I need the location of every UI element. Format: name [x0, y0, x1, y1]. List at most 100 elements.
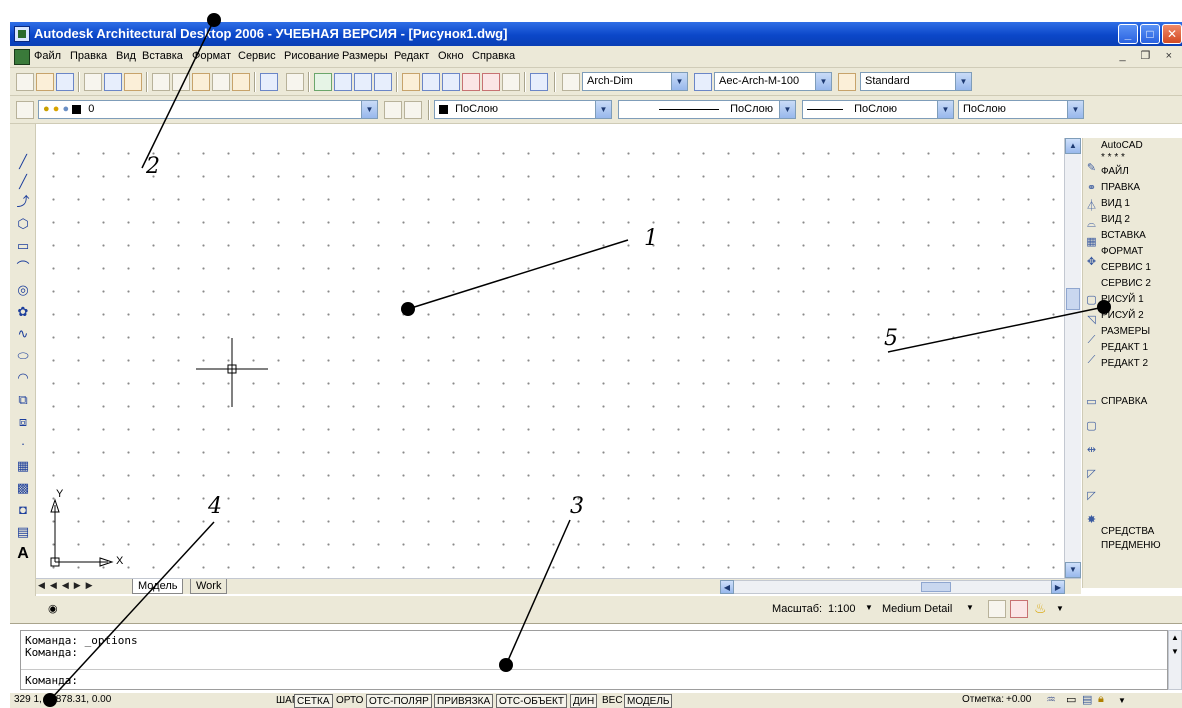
- document-icon[interactable]: [14, 49, 30, 65]
- horizontal-scrollbar[interactable]: ◀ ▶: [720, 580, 1065, 594]
- dim-style-icon[interactable]: [694, 73, 712, 91]
- ellipse-arc-icon[interactable]: ◠: [15, 370, 31, 386]
- text-style-icon[interactable]: [562, 73, 580, 91]
- arc-icon[interactable]: ⌒: [15, 260, 31, 276]
- copy-icon[interactable]: [172, 73, 190, 91]
- viewport-icon[interactable]: ▭: [1066, 693, 1076, 706]
- fillet-arc-icon[interactable]: ◸: [1085, 490, 1098, 503]
- undo-icon[interactable]: [260, 73, 278, 91]
- brush-icon[interactable]: [212, 73, 230, 91]
- make-current-icon[interactable]: [384, 101, 402, 119]
- chevron-down-icon[interactable]: ▼: [966, 603, 974, 612]
- rectangle-icon[interactable]: ▭: [15, 238, 31, 254]
- text-style-combo[interactable]: Aec-Arch-M-100 ▼: [714, 72, 832, 91]
- close-button[interactable]: ✕: [1162, 24, 1182, 44]
- chevron-down-icon[interactable]: ▼: [1118, 696, 1126, 705]
- tray-lock-icon[interactable]: 🔒︎: [1098, 693, 1104, 706]
- circle-icon[interactable]: ◎: [15, 282, 31, 298]
- scale-value[interactable]: 1:100: [828, 603, 856, 615]
- cut-icon[interactable]: [152, 73, 170, 91]
- layer-previous-icon[interactable]: [404, 101, 422, 119]
- screen-menu-stars[interactable]: * * * *: [1101, 152, 1125, 163]
- match-properties-icon[interactable]: [232, 73, 250, 91]
- print-icon[interactable]: [84, 73, 102, 91]
- menu-help[interactable]: Справка: [472, 50, 515, 62]
- help-icon[interactable]: [530, 73, 548, 91]
- lineweight-toggle[interactable]: ВЕС: [600, 694, 625, 708]
- lightbulb-icon[interactable]: ♨: [1034, 600, 1047, 617]
- minimize-button[interactable]: _: [1118, 24, 1138, 44]
- menu-file[interactable]: Файл: [34, 50, 61, 62]
- copy-object-icon[interactable]: ⚭: [1085, 182, 1098, 195]
- screen-menu-view1[interactable]: ВИД 1: [1101, 198, 1130, 209]
- scroll-up-icon[interactable]: ▲: [1065, 138, 1081, 154]
- screen-menu-last[interactable]: ПРЕДМЕНЮ: [1101, 540, 1161, 551]
- layer-manager-icon[interactable]: [16, 101, 34, 119]
- menu-modify[interactable]: Редакт: [394, 50, 429, 62]
- chevron-down-icon[interactable]: ▼: [865, 603, 873, 612]
- fillet-icon[interactable]: ◸: [1085, 468, 1098, 481]
- sheet-set-icon[interactable]: [462, 73, 480, 91]
- menu-dimension[interactable]: Размеры: [342, 50, 388, 62]
- layer-combo[interactable]: ● ● ● 0 ▼: [38, 100, 378, 119]
- coordinates-readout[interactable]: 329 1, 19878.31, 0.00: [14, 694, 111, 705]
- stretch-icon[interactable]: ◹: [1085, 314, 1098, 327]
- paste-icon[interactable]: [192, 73, 210, 91]
- command-line[interactable]: Команда: _options Команда: Команда:: [20, 630, 1168, 690]
- tray-settings-icon[interactable]: ◉: [48, 602, 58, 615]
- dim-style-combo[interactable]: Arch-Dim ▼: [582, 72, 688, 91]
- scroll-down-icon[interactable]: ▼: [1065, 562, 1081, 578]
- screen-menu-view2[interactable]: ВИД 2: [1101, 214, 1130, 225]
- menu-window[interactable]: Окно: [438, 50, 464, 62]
- chevron-down-icon[interactable]: ▼: [815, 73, 831, 90]
- scale-icon[interactable]: ▢: [1085, 294, 1098, 307]
- tab-model[interactable]: Модель: [132, 579, 184, 594]
- surface-hatch-icon[interactable]: ♒: [1046, 693, 1056, 706]
- table-style-combo[interactable]: Standard ▼: [860, 72, 972, 91]
- screen-menu-assist[interactable]: СРЕДСТВА: [1101, 526, 1154, 537]
- elevation-value[interactable]: +0.00: [1006, 694, 1031, 705]
- new-icon[interactable]: [16, 73, 34, 91]
- tab-work[interactable]: Work: [190, 579, 228, 594]
- command-prompt[interactable]: Команда:: [25, 674, 78, 687]
- hatch-icon[interactable]: ▦: [15, 458, 31, 474]
- scroll-up-icon[interactable]: ▲: [1171, 633, 1179, 642]
- screen-menu-modify2[interactable]: РЕДАКТ 2: [1101, 358, 1148, 369]
- isolate-objects-icon[interactable]: [1010, 600, 1028, 618]
- polygon-icon[interactable]: ⬡: [15, 216, 31, 232]
- screen-menu-insert[interactable]: ВСТАВКА: [1101, 230, 1146, 241]
- insert-block-icon[interactable]: ⧉: [15, 392, 31, 408]
- sun-icon[interactable]: ●: [53, 103, 60, 115]
- menu-view[interactable]: Вид: [116, 50, 136, 62]
- otrack-toggle[interactable]: ОТС-ОБЪЕКТ: [496, 694, 567, 708]
- model-toggle[interactable]: МОДЕЛЬ: [624, 694, 673, 708]
- vertical-scrollbar[interactable]: ▲ ▼: [1064, 138, 1081, 578]
- osnap-toggle[interactable]: ПРИВЯЗКА: [434, 694, 494, 708]
- gradient-icon[interactable]: ▩: [15, 480, 31, 496]
- polyline-icon[interactable]: ⤴: [15, 194, 31, 210]
- publish-icon[interactable]: [124, 73, 142, 91]
- mdi-controls[interactable]: _ ❐ ×: [1119, 49, 1178, 62]
- lock-icon[interactable]: ●: [62, 103, 69, 115]
- open-icon[interactable]: [36, 73, 54, 91]
- join-icon[interactable]: ▢: [1085, 420, 1098, 433]
- spline-icon[interactable]: ∿: [15, 326, 31, 342]
- chevron-down-icon[interactable]: ▼: [779, 101, 795, 118]
- calculator-icon[interactable]: [502, 73, 520, 91]
- display-config-icon[interactable]: [988, 600, 1006, 618]
- construction-line-icon[interactable]: ╱: [15, 174, 31, 190]
- screen-menu-format[interactable]: ФОРМАТ: [1101, 246, 1143, 257]
- screen-menu-dimension[interactable]: РАЗМЕРЫ: [1101, 326, 1150, 337]
- ellipse-icon[interactable]: ⬭: [15, 348, 31, 364]
- screen-menu-file[interactable]: ФАЙЛ: [1101, 166, 1129, 177]
- offset-icon[interactable]: ⌓: [1085, 218, 1098, 231]
- design-center-icon[interactable]: [422, 73, 440, 91]
- tab-navigation-icons[interactable]: ◀◀◀▶▶: [38, 580, 98, 591]
- command-scrollbar[interactable]: ▲ ▼: [1168, 630, 1182, 690]
- screen-menu-autocad[interactable]: AutoCAD: [1101, 140, 1143, 151]
- lightbulb-icon[interactable]: ●: [43, 103, 50, 115]
- app-icon[interactable]: [14, 26, 30, 42]
- line-icon[interactable]: ╱: [15, 154, 31, 170]
- break-icon[interactable]: ▭: [1085, 396, 1098, 409]
- make-block-icon[interactable]: ⧈: [15, 414, 31, 430]
